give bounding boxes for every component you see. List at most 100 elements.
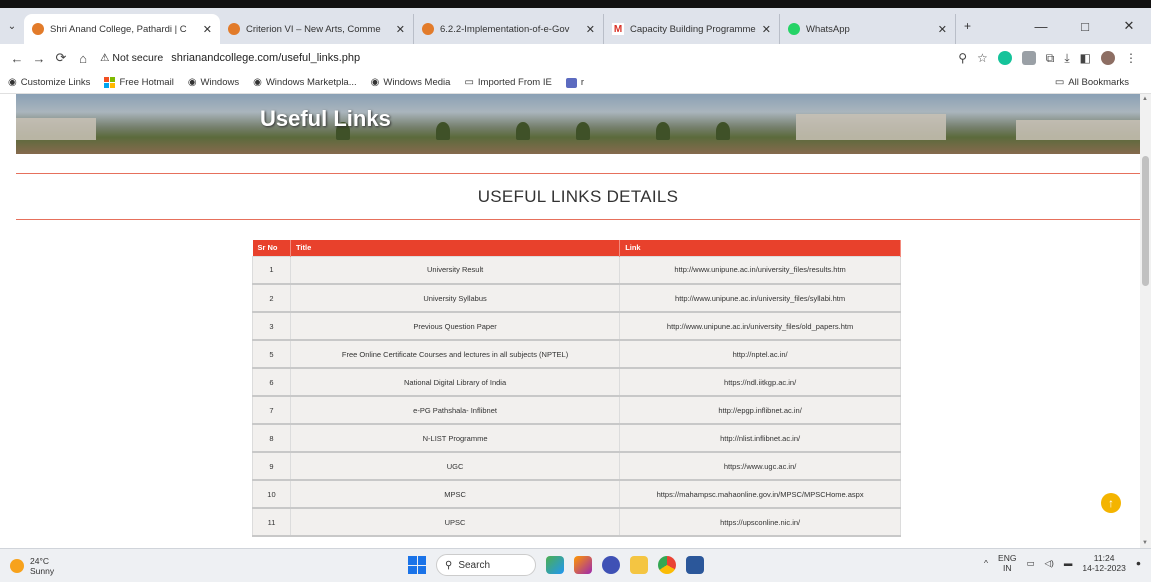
close-tab-icon[interactable]: ✕ bbox=[762, 23, 771, 36]
table-row: 7 e-PG Pathshala- Inflibnet http://epgp.… bbox=[252, 395, 901, 425]
word-icon[interactable] bbox=[686, 556, 704, 574]
tab-criterion-vi[interactable]: Criterion VI – New Arts, Comme ✕ bbox=[220, 14, 414, 44]
scroll-up-arrow-icon[interactable]: ▲ bbox=[1142, 96, 1148, 102]
bookmark-free-hotmail[interactable]: Free Hotmail bbox=[104, 77, 174, 88]
tab-whatsapp[interactable]: WhatsApp ✕ bbox=[780, 14, 956, 44]
cell-link[interactable]: http://www.unipune.ac.in/university_file… bbox=[619, 311, 901, 341]
url-text[interactable]: shrianandcollege.com/useful_links.php bbox=[171, 52, 360, 64]
cell-title: University Result bbox=[289, 255, 621, 285]
cell-link[interactable]: https://upsconline.nic.in/ bbox=[619, 507, 901, 537]
close-tab-icon[interactable]: ✕ bbox=[586, 23, 595, 36]
not-secure-label: Not secure bbox=[112, 52, 164, 64]
chrome-icon[interactable] bbox=[658, 556, 676, 574]
globe-icon: ◉ bbox=[370, 77, 380, 88]
weather-temp: 24°C bbox=[30, 555, 49, 566]
cell-link[interactable]: http://www.unipune.ac.in/university_file… bbox=[619, 283, 901, 313]
whatsapp-icon bbox=[788, 23, 800, 35]
cell-link[interactable]: https://www.ugc.ac.in/ bbox=[619, 451, 901, 481]
clock[interactable]: 11:24 14-12-2023 bbox=[1082, 553, 1125, 573]
reload-icon[interactable]: ⟳ bbox=[50, 47, 72, 69]
bookmarks-bar: ◉ Customize Links Free Hotmail ◉ Windows… bbox=[0, 72, 1151, 94]
maximize-icon[interactable]: □ bbox=[1063, 8, 1107, 44]
home-icon[interactable]: ⌂ bbox=[72, 47, 94, 69]
notification-bell-icon[interactable]: ● bbox=[1136, 558, 1141, 568]
cell-title: MPSC bbox=[289, 479, 621, 509]
cell-link[interactable]: http://nptel.ac.in/ bbox=[619, 339, 901, 369]
college-favicon-icon bbox=[422, 23, 434, 35]
cell-sr-no: 1 bbox=[252, 255, 291, 285]
bookmark-customize-links[interactable]: ◉ Customize Links bbox=[8, 77, 90, 88]
globe-icon: ◉ bbox=[8, 77, 17, 88]
all-bookmarks[interactable]: ▭ All Bookmarks bbox=[1055, 77, 1129, 88]
cell-link[interactable]: http://nlist.inflibnet.ac.in/ bbox=[619, 423, 901, 453]
close-window-icon[interactable]: ✕ bbox=[1107, 8, 1151, 44]
widgets-icon[interactable] bbox=[546, 556, 564, 574]
banner-title: Useful Links bbox=[260, 106, 391, 131]
bookmark-windows-media[interactable]: ◉ Windows Media bbox=[371, 77, 451, 88]
forward-arrow-icon[interactable]: → bbox=[28, 47, 50, 69]
cell-link[interactable]: https://ndl.iitkgp.ac.in/ bbox=[619, 367, 901, 397]
tab-search-chevron-icon[interactable]: ⌄ bbox=[0, 8, 24, 44]
grammarly-extension-icon[interactable] bbox=[997, 51, 1012, 65]
window-frame bbox=[0, 0, 1151, 8]
cell-link[interactable]: http://epgp.inflibnet.ac.in/ bbox=[619, 395, 901, 425]
cell-title: Previous Question Paper bbox=[289, 311, 621, 341]
file-explorer-icon[interactable] bbox=[630, 556, 648, 574]
side-panel-icon[interactable]: ◧ bbox=[1080, 51, 1091, 65]
security-chip[interactable]: ⚠ Not secure bbox=[100, 52, 163, 64]
volume-icon[interactable]: ◁) bbox=[1045, 558, 1054, 569]
bookmark-r[interactable]: r bbox=[565, 77, 584, 88]
bookmark-windows[interactable]: ◉ Windows bbox=[188, 77, 239, 88]
bookmark-imported-from-ie[interactable]: ▭ Imported From IE bbox=[464, 77, 551, 88]
globe-icon: ◉ bbox=[253, 77, 262, 88]
close-tab-icon[interactable]: ✕ bbox=[203, 23, 212, 36]
app-icon bbox=[565, 77, 577, 88]
table-row: 8 N-LIST Programme http://nlist.inflibne… bbox=[252, 423, 901, 453]
warning-triangle-icon: ⚠ bbox=[100, 52, 110, 64]
page-viewport: Useful Links USEFUL LINKS DETAILS Sr No … bbox=[0, 94, 1140, 548]
bookmark-windows-marketplace[interactable]: ◉ Windows Marketpla... bbox=[253, 77, 357, 88]
cell-sr-no: 7 bbox=[252, 395, 291, 425]
cell-title: UGC bbox=[289, 451, 621, 481]
folder-icon: ▭ bbox=[464, 77, 474, 88]
tab-title: Shri Anand College, Pathardi | C bbox=[50, 23, 187, 35]
tab-implementation-e-gov[interactable]: 6.2.2-Implementation-of-e-Gov ✕ bbox=[414, 14, 604, 44]
tab-capacity-building[interactable]: M Capacity Building Programme ✕ bbox=[604, 14, 780, 44]
scrollbar-thumb[interactable] bbox=[1142, 156, 1149, 286]
tab-shri-anand-college[interactable]: Shri Anand College, Pathardi | C ✕ bbox=[24, 14, 220, 44]
browser-toolbar: ← → ⟳ ⌂ ⚠ Not secure shrianandcollege.co… bbox=[0, 44, 1151, 72]
cell-title: University Syllabus bbox=[289, 283, 621, 313]
header-banner-image: Useful Links bbox=[16, 94, 1140, 154]
minimize-icon[interactable]: — bbox=[1019, 8, 1063, 44]
bookmark-star-icon[interactable]: ☆ bbox=[977, 51, 988, 65]
taskbar-search[interactable]: ⚲ Search bbox=[436, 554, 536, 576]
table-row: 1 University Result http://www.unipune.a… bbox=[252, 255, 901, 285]
cell-sr-no: 3 bbox=[252, 311, 291, 341]
battery-icon[interactable]: ▬ bbox=[1064, 558, 1073, 568]
zoom-icon[interactable]: ⚲ bbox=[958, 51, 967, 65]
scroll-down-arrow-icon[interactable]: ▼ bbox=[1142, 540, 1148, 546]
language-indicator[interactable]: ENG IN bbox=[998, 553, 1016, 573]
profile-avatar-icon[interactable] bbox=[1101, 51, 1115, 65]
close-tab-icon[interactable]: ✕ bbox=[396, 23, 405, 36]
page-scrollbar[interactable]: ▲ ▼ bbox=[1140, 94, 1151, 548]
network-icon[interactable]: ▭ bbox=[1026, 558, 1034, 569]
chevron-up-icon[interactable]: ^ bbox=[984, 558, 988, 568]
start-windows-icon[interactable] bbox=[408, 556, 426, 574]
cell-link[interactable]: http://www.unipune.ac.in/university_file… bbox=[619, 255, 901, 285]
cell-link[interactable]: https://mahampsc.mahaonline.gov.in/MPSC/… bbox=[619, 479, 901, 509]
scroll-to-top-button[interactable]: ↑ bbox=[1101, 493, 1121, 513]
menu-kebab-icon[interactable]: ⋮ bbox=[1125, 51, 1137, 65]
back-arrow-icon[interactable]: ← bbox=[6, 47, 28, 69]
useful-links-table: Sr No Title Link 1 University Result htt… bbox=[252, 240, 901, 537]
extensions-puzzle-icon[interactable]: ⧉ bbox=[1046, 51, 1055, 66]
close-tab-icon[interactable]: ✕ bbox=[938, 23, 947, 36]
weather-widget[interactable]: 24°C Sunny bbox=[10, 556, 54, 576]
address-bar[interactable]: ⚠ Not secure shrianandcollege.com/useful… bbox=[100, 47, 952, 69]
copilot-icon[interactable] bbox=[574, 556, 592, 574]
new-tab-plus-icon[interactable]: + bbox=[956, 8, 979, 44]
extension-icon[interactable] bbox=[1021, 51, 1036, 65]
teams-chat-icon[interactable] bbox=[602, 556, 620, 574]
table-header-row: Sr No Title Link bbox=[252, 240, 901, 256]
download-icon[interactable]: ⤓ bbox=[1064, 51, 1069, 66]
